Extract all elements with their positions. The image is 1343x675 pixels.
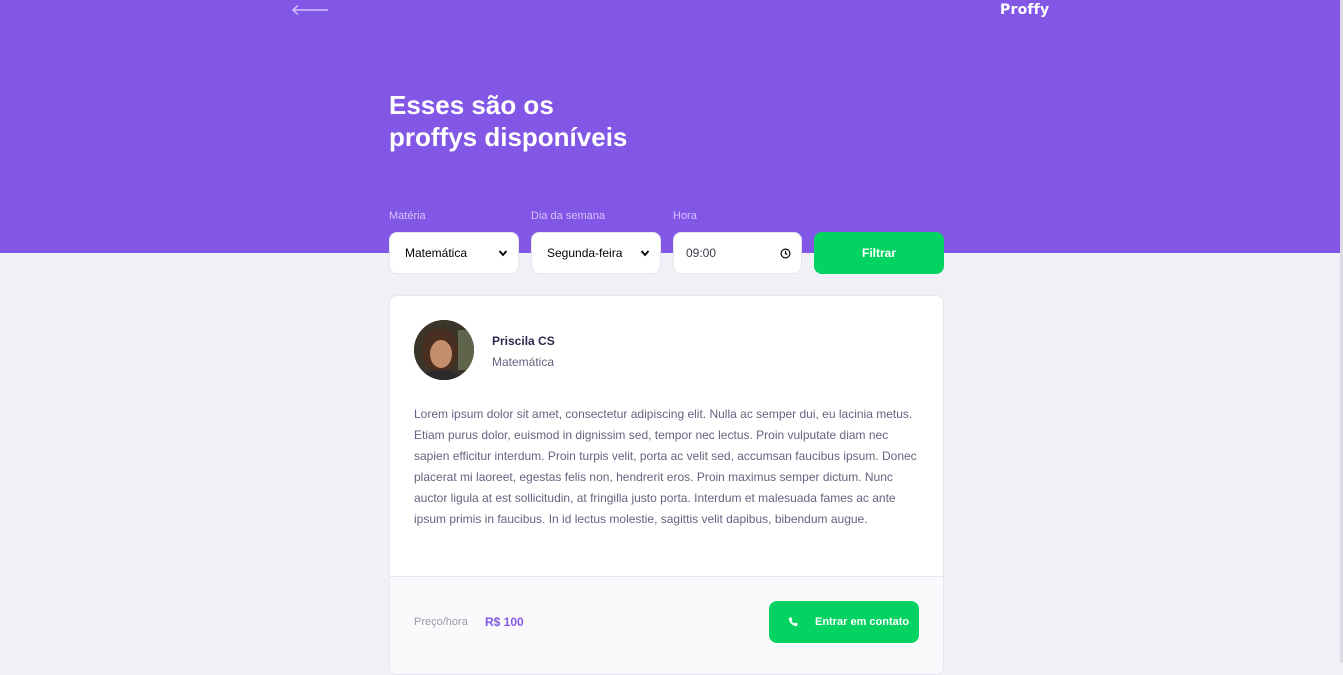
- chevron-down-icon: [498, 250, 508, 257]
- contact-button-label: Entrar em contato: [815, 616, 910, 628]
- time-input-value: 09:00: [686, 246, 717, 260]
- logo: Proffy: [1000, 2, 1050, 18]
- subject-select[interactable]: Matemática: [389, 232, 519, 274]
- teacher-subject: Matemática: [492, 355, 555, 369]
- page-title: Esses são os proffys disponíveis: [389, 89, 749, 153]
- avatar: [414, 320, 474, 380]
- card-footer: Preço/hora R$ 100 Entrar em contato: [390, 576, 943, 674]
- time-input[interactable]: 09:00: [673, 232, 802, 274]
- time-label: Hora: [673, 210, 697, 222]
- clock-icon[interactable]: [780, 248, 791, 259]
- weekday-label: Dia da semana: [531, 210, 605, 222]
- back-arrow-icon[interactable]: [290, 4, 330, 16]
- page-title-line-2: proffys disponíveis: [389, 122, 628, 152]
- contact-button[interactable]: Entrar em contato: [769, 601, 919, 643]
- subject-label: Matéria: [389, 210, 426, 222]
- page-header: Proffy Esses são os proffys disponíveis …: [0, 0, 1343, 253]
- price-label: Preço/hora: [414, 616, 468, 628]
- teacher-name: Priscila CS: [492, 334, 555, 348]
- chevron-down-icon: [640, 250, 650, 257]
- teacher-bio: Lorem ipsum dolor sit amet, consectetur …: [414, 407, 917, 526]
- page-title-line-1: Esses são os: [389, 90, 554, 120]
- teacher-card: Priscila CS Matemática Lorem ipsum dolor…: [389, 295, 944, 675]
- weekday-select-value: Segunda-feira: [547, 246, 623, 260]
- weekday-select[interactable]: Segunda-feira: [531, 232, 661, 274]
- whatsapp-icon: [788, 617, 798, 627]
- avatar-photo: [414, 320, 474, 380]
- subject-select-value: Matemática: [405, 246, 468, 260]
- filter-button[interactable]: Filtrar: [814, 232, 944, 274]
- price-value: R$ 100: [485, 615, 524, 629]
